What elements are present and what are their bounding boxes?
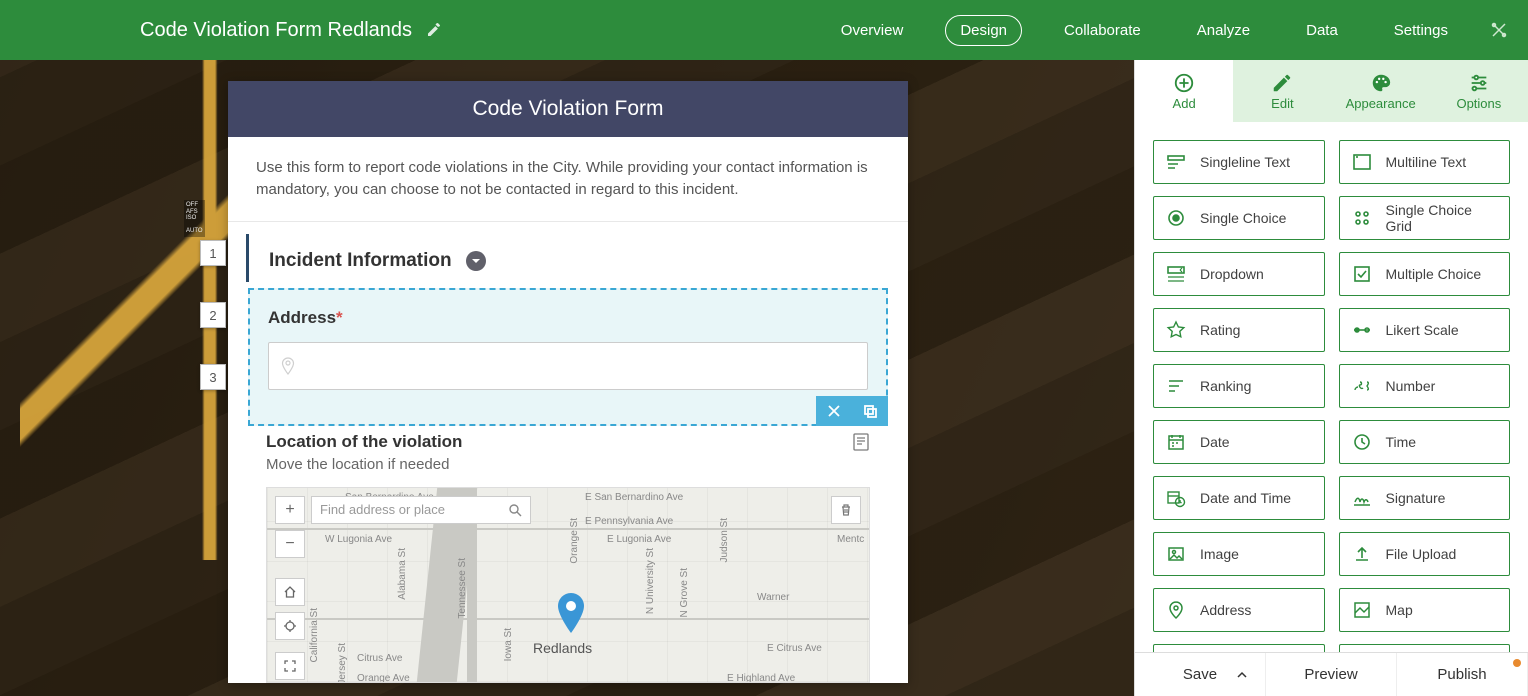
plus-circle-icon xyxy=(1173,72,1195,94)
tab-edit[interactable]: Edit xyxy=(1233,60,1331,122)
form-intro-text[interactable]: Use this form to report code violations … xyxy=(228,137,908,222)
pencil-icon xyxy=(1271,72,1293,94)
preview-button[interactable]: Preview xyxy=(1266,653,1397,696)
required-asterisk: * xyxy=(336,308,343,327)
top-nav: Overview Design Collaborate Analyze Data… xyxy=(827,15,1508,46)
nav-analyze[interactable]: Analyze xyxy=(1183,16,1264,45)
survey-title-wrap: Code Violation Form Redlands xyxy=(140,19,442,42)
zoom-in-button[interactable]: + xyxy=(275,496,305,524)
qt-address[interactable]: Address xyxy=(1153,588,1325,632)
search-icon xyxy=(508,503,522,517)
handle-2[interactable]: 2 xyxy=(200,302,226,328)
handle-1[interactable]: 1 xyxy=(200,240,226,266)
nav-design[interactable]: Design xyxy=(945,15,1022,46)
form-preview-panel: Code Violation Form Use this form to rep… xyxy=(228,81,908,683)
nav-overview[interactable]: Overview xyxy=(827,16,918,45)
survey-title: Code Violation Form Redlands xyxy=(140,19,412,42)
bottom-action-bar: Save Preview Publish xyxy=(1135,652,1528,696)
qt-file-upload[interactable]: File Upload xyxy=(1339,532,1511,576)
tab-add[interactable]: Add xyxy=(1135,60,1233,122)
qt-singleline-text[interactable]: Singleline Text xyxy=(1153,140,1325,184)
qt-map[interactable]: Map xyxy=(1339,588,1511,632)
map-zoom-controls: + − xyxy=(275,496,305,558)
address-input[interactable] xyxy=(268,342,868,390)
publish-button[interactable]: Publish xyxy=(1397,653,1528,696)
nav-settings[interactable]: Settings xyxy=(1380,16,1462,45)
trash-icon xyxy=(839,503,853,517)
duplicate-question-button[interactable] xyxy=(852,396,888,426)
qt-likert-scale[interactable]: Likert Scale xyxy=(1339,308,1511,352)
qt-time[interactable]: Time xyxy=(1339,420,1511,464)
nav-data[interactable]: Data xyxy=(1292,16,1352,45)
qt-multiple-choice[interactable]: Multiple Choice xyxy=(1339,252,1511,296)
question-type-grid: Singleline Text Multiline Text Single Ch… xyxy=(1135,122,1528,652)
copy-icon xyxy=(862,403,878,419)
delete-question-button[interactable] xyxy=(816,396,852,426)
save-button[interactable]: Save xyxy=(1135,653,1266,696)
nav-collaborate[interactable]: Collaborate xyxy=(1050,16,1155,45)
map-pin-icon[interactable] xyxy=(557,593,585,633)
question-address[interactable]: Address* xyxy=(248,288,888,426)
qt-number[interactable]: Number xyxy=(1339,364,1511,408)
question-location[interactable]: Location of the violation Move the locat… xyxy=(228,426,908,683)
caret-up-icon xyxy=(1237,670,1247,680)
qt-date-and-time[interactable]: Date and Time xyxy=(1153,476,1325,520)
qt-multiline-text[interactable]: Multiline Text xyxy=(1339,140,1511,184)
handle-3[interactable]: 3 xyxy=(200,364,226,390)
map-secondary-controls xyxy=(275,578,305,680)
qt-dropdown[interactable]: Dropdown xyxy=(1153,252,1325,296)
qt-website[interactable]: Website xyxy=(1339,644,1511,652)
qt-ranking[interactable]: Ranking xyxy=(1153,364,1325,408)
home-button[interactable] xyxy=(275,578,305,606)
section-label: Incident Information xyxy=(269,250,452,272)
pencil-icon[interactable] xyxy=(426,22,442,38)
top-bar: Code Violation Form Redlands Overview De… xyxy=(0,0,1528,60)
tools-icon[interactable] xyxy=(1490,21,1508,39)
address-label: Address* xyxy=(268,308,868,328)
location-hint: Move the location if needed xyxy=(266,456,870,473)
design-side-panel: Add Edit Appearance Options Singleline T… xyxy=(1134,60,1528,696)
location-label: Location of the violation xyxy=(266,432,462,452)
close-icon xyxy=(826,403,842,419)
form-title[interactable]: Code Violation Form xyxy=(228,81,908,137)
qt-date[interactable]: Date xyxy=(1153,420,1325,464)
qt-email[interactable]: Email xyxy=(1153,644,1325,652)
question-order-handles: 1 2 3 xyxy=(200,240,226,390)
map-search-input[interactable]: Find address or place xyxy=(311,496,531,524)
mode-tabs: Add Edit Appearance Options xyxy=(1135,60,1528,122)
qt-rating[interactable]: Rating xyxy=(1153,308,1325,352)
selection-actions xyxy=(816,396,888,426)
qt-signature[interactable]: Signature xyxy=(1339,476,1511,520)
chevron-down-icon[interactable] xyxy=(466,251,486,271)
notes-icon[interactable] xyxy=(852,432,870,452)
fullscreen-button[interactable] xyxy=(275,652,305,680)
map-widget[interactable]: San Bernardino Ave E San Bernardino Ave … xyxy=(266,487,870,683)
section-incident-info[interactable]: Incident Information xyxy=(246,234,908,282)
sliders-icon xyxy=(1468,72,1490,94)
locate-button[interactable] xyxy=(275,612,305,640)
qt-image[interactable]: Image xyxy=(1153,532,1325,576)
tab-options[interactable]: Options xyxy=(1430,60,1528,122)
map-city-label: Redlands xyxy=(533,640,592,656)
unsaved-indicator-icon xyxy=(1513,659,1521,667)
qt-single-choice-grid[interactable]: Single Choice Grid xyxy=(1339,196,1511,240)
qt-single-choice[interactable]: Single Choice xyxy=(1153,196,1325,240)
map-clear-button[interactable] xyxy=(831,496,861,524)
pin-icon xyxy=(281,357,295,375)
palette-icon xyxy=(1370,72,1392,94)
camera-overlay-badge: OFFAFSISOAUTO xyxy=(184,200,205,237)
location-label-wrap: Location of the violation xyxy=(266,432,870,452)
tab-appearance[interactable]: Appearance xyxy=(1332,60,1430,122)
zoom-out-button[interactable]: − xyxy=(275,530,305,558)
